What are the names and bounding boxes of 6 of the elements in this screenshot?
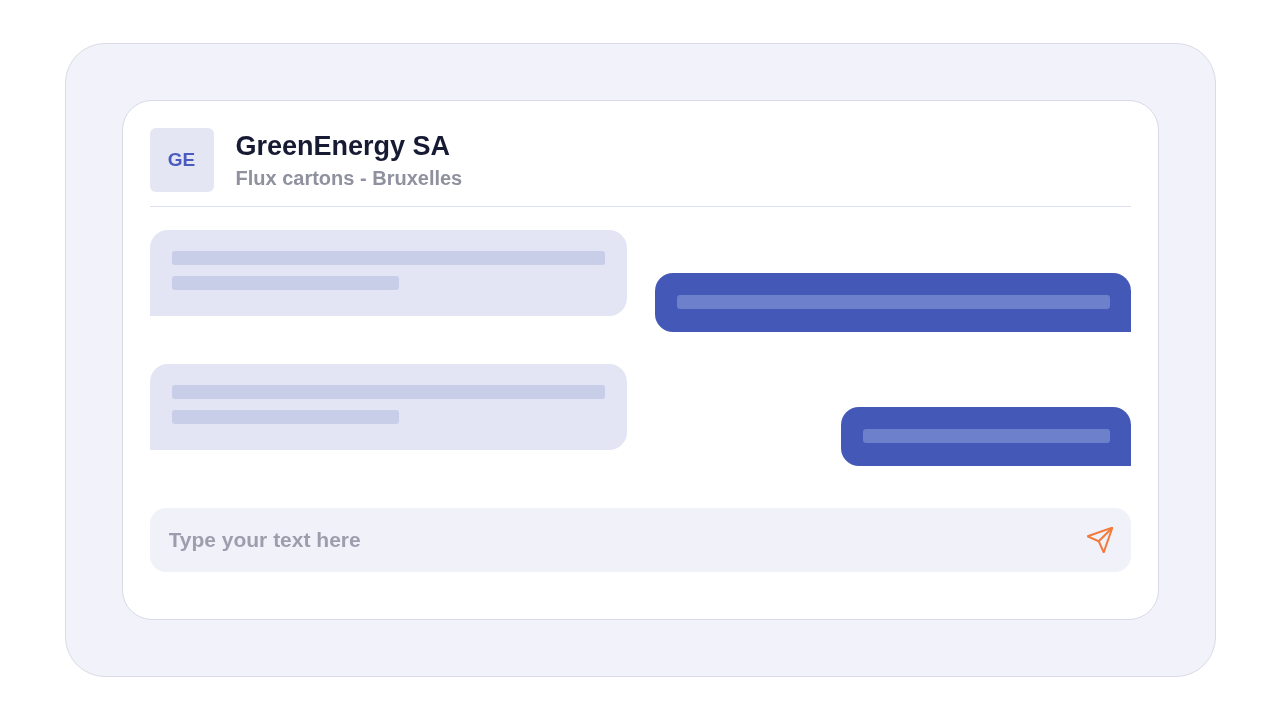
send-button[interactable] [1086, 527, 1113, 553]
send-icon [1086, 527, 1113, 553]
conversation-subtitle: Flux cartons - Bruxelles [235, 166, 463, 190]
message-input[interactable]: Type your text here [149, 508, 1131, 572]
contact-name: GreenEnergy SA [235, 130, 452, 162]
company-avatar: GE [149, 128, 214, 192]
